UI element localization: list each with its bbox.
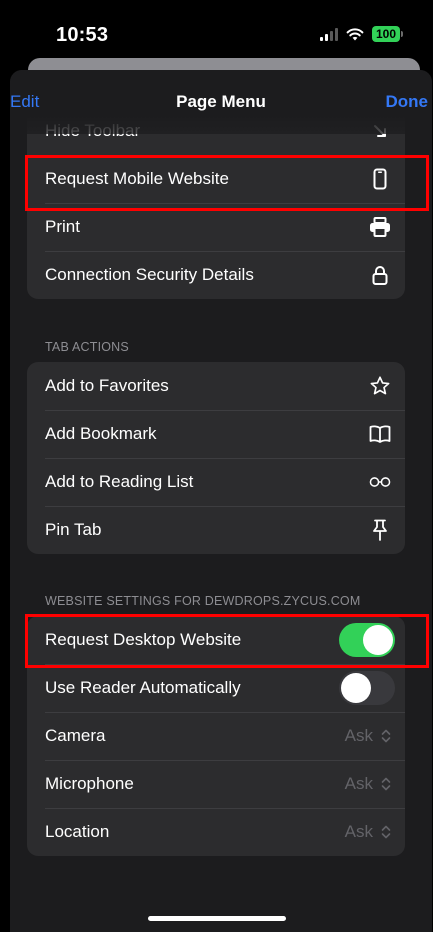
camera-permission-select[interactable]: Ask — [345, 726, 391, 746]
menu-item-label: Connection Security Details — [45, 265, 254, 284]
page-title: Page Menu — [176, 92, 266, 111]
location-permission-value: Ask — [344, 822, 373, 841]
menu-item-label: Add to Favorites — [45, 376, 169, 395]
battery-level: 100 — [371, 26, 400, 42]
website-settings-group: Request Desktop Website Use Reader Autom… — [27, 616, 405, 856]
menu-item-add-bookmark[interactable]: Add Bookmark — [27, 410, 405, 458]
request-desktop-website-toggle[interactable] — [339, 623, 395, 657]
status-icons: 100 — [319, 26, 403, 42]
star-icon — [369, 375, 391, 397]
lock-icon — [369, 264, 391, 286]
use-reader-automatically-toggle[interactable] — [339, 671, 395, 705]
page-actions-group: Hide Toolbar Request Mobile Website Prin… — [27, 107, 405, 299]
menu-item-add-to-reading-list[interactable]: Add to Reading List — [27, 458, 405, 506]
chevron-up-down-icon — [381, 729, 391, 743]
setting-camera[interactable]: Camera Ask — [27, 712, 405, 760]
setting-location[interactable]: Location Ask — [27, 808, 405, 856]
battery-icon: 100 — [371, 26, 403, 42]
menu-item-label: Add Bookmark — [45, 424, 157, 443]
page-menu-sheet: Edit Page Menu Done Hide Toolbar Request… — [10, 70, 432, 932]
pin-icon — [369, 519, 391, 541]
printer-icon — [369, 216, 391, 238]
camera-permission-value: Ask — [344, 726, 373, 745]
menu-item-add-to-favorites[interactable]: Add to Favorites — [27, 362, 405, 410]
setting-microphone[interactable]: Microphone Ask — [27, 760, 405, 808]
cellular-signal-icon — [319, 27, 338, 41]
menu-item-label: Add to Reading List — [45, 472, 194, 491]
done-button[interactable]: Done — [386, 92, 429, 112]
chevron-up-down-icon — [381, 825, 391, 839]
section-header-website-settings: WEBSITE SETTINGS FOR DEWDROPS.ZYCUS.COM — [45, 594, 361, 608]
book-icon — [369, 423, 391, 445]
microphone-permission-select[interactable]: Ask — [345, 774, 391, 794]
status-time: 10:53 — [56, 24, 109, 46]
menu-item-label: Request Mobile Website — [45, 169, 229, 188]
nav-bar: Edit Page Menu Done — [10, 70, 432, 134]
home-indicator[interactable] — [148, 916, 286, 921]
chevron-up-down-icon — [381, 777, 391, 791]
section-header-tab-actions: TAB ACTIONS — [45, 340, 129, 354]
menu-item-print[interactable]: Print — [27, 203, 405, 251]
location-permission-select[interactable]: Ask — [345, 822, 391, 842]
menu-item-request-mobile-website[interactable]: Request Mobile Website — [27, 155, 405, 203]
menu-item-label: Print — [45, 217, 80, 236]
setting-use-reader-automatically: Use Reader Automatically — [27, 664, 405, 712]
setting-request-desktop-website: Request Desktop Website — [27, 616, 405, 664]
menu-item-connection-security[interactable]: Connection Security Details — [27, 251, 405, 299]
microphone-permission-value: Ask — [344, 774, 373, 793]
wifi-icon — [346, 28, 364, 41]
phone-icon — [369, 168, 391, 190]
menu-item-label: Pin Tab — [45, 520, 102, 539]
menu-item-pin-tab[interactable]: Pin Tab — [27, 506, 405, 554]
status-bar: 10:53 100 — [0, 0, 433, 62]
glasses-icon — [369, 471, 391, 493]
tab-actions-group: Add to Favorites Add Bookmark Add to Rea… — [27, 362, 405, 554]
